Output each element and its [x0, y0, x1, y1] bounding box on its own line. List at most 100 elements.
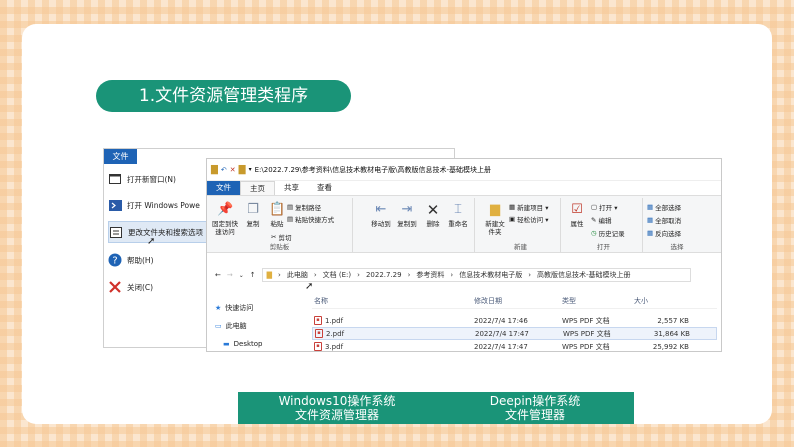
- svg-text:?: ?: [112, 256, 117, 267]
- invert-selection-icon: ▦: [647, 229, 654, 237]
- move-to-button[interactable]: ⇤ 移动到: [369, 202, 393, 228]
- menu-item-label: 关闭(C): [127, 282, 154, 292]
- delete-button[interactable]: ✕ 删除: [423, 202, 443, 228]
- file-type: WPS PDF 文档: [562, 342, 610, 351]
- file-menu-tab[interactable]: 文件: [104, 149, 137, 164]
- pdf-file-icon: ▪: [314, 316, 322, 325]
- menu-item-powershell[interactable]: 打开 Windows Powe: [108, 194, 212, 216]
- undo-icon[interactable]: ↶: [221, 166, 227, 174]
- edit-button[interactable]: ✎ 编辑: [591, 215, 611, 225]
- chevron-right-icon: ›: [450, 271, 454, 279]
- column-header-name[interactable]: 名称: [312, 296, 474, 306]
- address-bar[interactable]: ▇ › 此电脑 › 文档 (E:) › 2022.7.29 › 参考资料 › 信…: [261, 268, 691, 282]
- slide-title: 1.文件资源管理类程序: [96, 80, 351, 112]
- breadcrumb-item[interactable]: 文档 (E:): [323, 270, 351, 280]
- forward-arrow-icon[interactable]: →: [227, 271, 233, 279]
- chevron-right-icon: ›: [278, 271, 281, 279]
- chevron-down-icon[interactable]: ▾: [249, 166, 252, 173]
- ribbon-tabs: 文件 主页 共享 查看: [207, 181, 721, 195]
- pdf-file-icon: ▪: [314, 342, 322, 351]
- open-group: ☑ 属性 ▢ 打开 ▾ ✎ 编辑 ◷ 历史记录 打开: [565, 198, 643, 252]
- column-header-type[interactable]: 类型: [562, 296, 634, 306]
- close-x-icon: [108, 280, 122, 294]
- delete-x-icon: ✕: [426, 201, 440, 219]
- nav-item-this-pc[interactable]: ▭ 此电脑: [215, 319, 305, 332]
- caption-deepin: Deepin操作系统 文件管理器: [436, 392, 634, 424]
- file-date: 2022/7/4 17:46: [474, 316, 528, 325]
- caption-line: 文件资源管理器: [294, 408, 379, 422]
- table-row[interactable]: ▪ 2.pdf 2022/7/4 17:47 WPS PDF 文档 31,864 …: [312, 327, 717, 340]
- menu-item-new-window[interactable]: 打开新窗口(N): [108, 168, 212, 190]
- history-button[interactable]: ◷ 历史记录: [591, 228, 625, 238]
- file-date: 2022/7/4 17:47: [474, 342, 528, 351]
- folder-icon: ▇: [211, 164, 218, 175]
- breadcrumb-item[interactable]: 此电脑: [287, 270, 308, 280]
- copy-icon: ❐: [247, 202, 259, 217]
- desktop-icon: ▬: [223, 339, 230, 348]
- breadcrumb-item[interactable]: 2022.7.29: [366, 271, 402, 279]
- caption-line: Deepin操作系统: [489, 394, 581, 408]
- select-group: ▦ 全部选择 ▦ 全部取消 ▦ 反向选择 选择: [647, 198, 707, 252]
- menu-item-help[interactable]: ? 帮助(H): [108, 249, 212, 271]
- column-header-date[interactable]: 修改日期: [474, 296, 562, 306]
- properties-icon: ☑: [571, 202, 583, 217]
- chevron-down-icon[interactable]: ⌄: [239, 272, 244, 279]
- history-icon: ◷: [591, 229, 597, 237]
- breadcrumb-item[interactable]: 信息技术教材电子版: [459, 270, 522, 280]
- invert-selection-button[interactable]: ▦ 反向选择: [647, 228, 681, 238]
- help-icon: ?: [108, 253, 122, 267]
- select-all-button[interactable]: ▦ 全部选择: [647, 202, 681, 212]
- paste-icon: 📋: [269, 202, 286, 217]
- back-arrow-icon[interactable]: ←: [215, 271, 221, 279]
- close-x-icon[interactable]: ✕: [230, 166, 236, 174]
- tab-home[interactable]: 主页: [240, 181, 275, 195]
- copy-path-button[interactable]: ▤ 复制路径: [287, 202, 321, 212]
- select-none-icon: ▦: [647, 216, 654, 224]
- file-size: 31,864 KB: [653, 329, 690, 338]
- new-folder-button[interactable]: ▆ 新建文件夹: [483, 202, 507, 236]
- nav-item-desktop[interactable]: ▬ Desktop: [215, 337, 305, 350]
- menu-item-label: 打开 Windows Powe: [127, 200, 200, 210]
- tab-file[interactable]: 文件: [207, 181, 240, 195]
- new-folder-icon: ▆: [490, 202, 500, 217]
- select-none-button[interactable]: ▦ 全部取消: [647, 215, 681, 225]
- chevron-right-icon: ›: [407, 271, 411, 279]
- copy-button[interactable]: ❐ 复制: [243, 202, 263, 228]
- select-group-label: 选择: [670, 243, 684, 251]
- options-icon: [109, 225, 123, 239]
- caption-windows: Windows10操作系统 文件资源管理器: [238, 392, 436, 424]
- tab-view[interactable]: 查看: [308, 181, 341, 195]
- paste-shortcut-button[interactable]: ▤ 粘贴快捷方式: [287, 214, 334, 224]
- rename-button[interactable]: ⌶ 重命名: [445, 202, 471, 228]
- table-row[interactable]: ▪ 1.pdf 2022/7/4 17:46 WPS PDF 文档 2,557 K…: [312, 314, 717, 327]
- properties-button[interactable]: ☑ 属性: [567, 202, 587, 228]
- menu-item-close[interactable]: 关闭(C): [108, 276, 212, 298]
- navigation-pane: ★ 快速访问 ▭ 此电脑 ▬ Desktop: [215, 301, 305, 351]
- breadcrumb-item[interactable]: 参考资料: [416, 270, 444, 280]
- nav-item-quick-access[interactable]: ★ 快速访问: [215, 301, 305, 314]
- open-icon: ▢: [591, 203, 598, 211]
- menu-item-folder-options[interactable]: 更改文件夹和搜索选项: [108, 221, 212, 243]
- caption-line: 文件管理器: [504, 408, 565, 422]
- new-item-icon: ▦: [509, 203, 516, 211]
- new-item-button[interactable]: ▦ 新建项目 ▾: [509, 202, 549, 212]
- column-header-size[interactable]: 大小: [634, 296, 689, 306]
- mouse-cursor-icon: ➚: [305, 281, 314, 292]
- window-title-path: E:\2022.7.29\参考资料\信息技术教材电子版\高教版信息技术-基础模块…: [254, 165, 491, 174]
- table-row[interactable]: ▪ 3.pdf 2022/7/4 17:47 WPS PDF 文档 25,992 …: [312, 340, 717, 351]
- paste-button[interactable]: 📋 粘贴: [267, 202, 287, 228]
- open-button[interactable]: ▢ 打开 ▾: [591, 202, 618, 212]
- copy-to-icon: ⇥: [401, 202, 413, 217]
- clipboard-group-label: 剪贴板: [269, 243, 290, 251]
- caption-line: Windows10操作系统: [278, 394, 396, 408]
- tab-share[interactable]: 共享: [275, 181, 308, 195]
- easy-access-button[interactable]: ▣ 轻松访问 ▾: [509, 214, 549, 224]
- address-bar-row: ← → ⌄ ↑ ▇ › 此电脑 › 文档 (E:) › 2022.7.29 › …: [207, 267, 721, 283]
- file-type: WPS PDF 文档: [562, 316, 610, 325]
- computer-icon: ▭: [215, 321, 222, 330]
- copy-to-button[interactable]: ⇥ 复制到: [395, 202, 419, 228]
- breadcrumb-item[interactable]: 高教版信息技术-基础模块上册: [537, 270, 631, 280]
- folder-icon: ▇: [238, 164, 246, 175]
- pin-quick-access-button[interactable]: 📌 固定到快速访问: [209, 202, 241, 236]
- up-arrow-icon[interactable]: ↑: [250, 271, 256, 279]
